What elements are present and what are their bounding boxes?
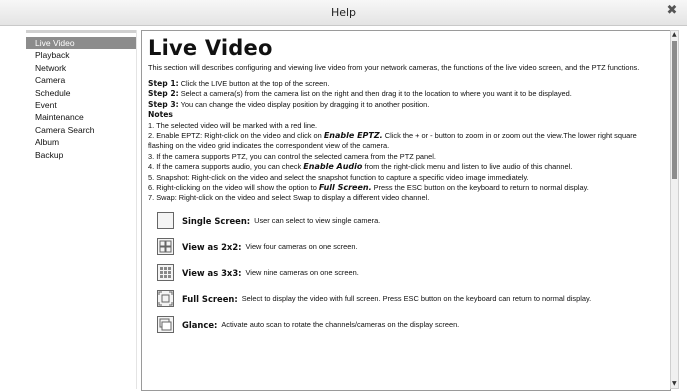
close-icon[interactable]: ✖ bbox=[665, 4, 679, 18]
window-title: Help bbox=[330, 6, 357, 19]
feature-desc: User can select to view single camera. bbox=[254, 216, 381, 226]
notes-heading: Notes bbox=[148, 110, 173, 120]
sidebar-item-backup[interactable]: Backup bbox=[26, 149, 136, 161]
feature-desc: View nine cameras on one screen. bbox=[245, 268, 359, 278]
feature-desc: View four cameras on one screen. bbox=[245, 242, 358, 252]
full-screen-icon bbox=[157, 290, 174, 308]
scroll-down-icon[interactable]: ▼ bbox=[672, 381, 677, 387]
sidebar-item-camera[interactable]: Camera bbox=[26, 74, 136, 86]
grid-3x3-icon bbox=[157, 264, 174, 282]
step-3: Step 3: You can change the video display… bbox=[148, 100, 664, 110]
sidebar-item-schedule[interactable]: Schedule bbox=[26, 87, 136, 99]
feature-single-screen: Single Screen: User can select to view s… bbox=[157, 208, 664, 234]
note-emphasis: Enable EPTZ. bbox=[323, 131, 383, 141]
note-emphasis: Full Screen. bbox=[318, 183, 372, 193]
glance-icon bbox=[157, 316, 174, 334]
feature-name: Glance: bbox=[182, 319, 218, 330]
step-label: Step 1: bbox=[148, 79, 179, 88]
sidebar-divider bbox=[26, 30, 136, 33]
content-scrollbar[interactable]: ▲ ▼ bbox=[670, 30, 679, 389]
sidebar-item-live-video[interactable]: Live Video bbox=[26, 37, 136, 50]
feature-view-2x2: View as 2x2: View four cameras on one sc… bbox=[157, 234, 664, 260]
feature-name: Full Screen: bbox=[182, 293, 238, 304]
step-label: Step 3: bbox=[148, 99, 179, 109]
single-screen-icon bbox=[157, 212, 174, 230]
note-item: 5. Snapshot: Right-click on the video an… bbox=[148, 172, 529, 182]
grid-2x2-icon bbox=[157, 238, 174, 256]
step-text: Select a camera(s) from the camera list … bbox=[180, 89, 572, 99]
note-item: 2. Enable EPTZ: Right-click on the video… bbox=[148, 131, 637, 151]
step-2: Step 2: Select a camera(s) from the came… bbox=[148, 89, 664, 99]
sidebar-item-event[interactable]: Event bbox=[26, 99, 136, 111]
note-item: 3. If the camera supports PTZ, you can c… bbox=[148, 151, 436, 161]
step-label: Step 2: bbox=[148, 89, 179, 99]
feature-name: View as 3x3: bbox=[182, 267, 242, 278]
feature-desc: Select to display the video with full sc… bbox=[241, 294, 592, 304]
note-item: 6. Right-clicking on the video will show… bbox=[148, 183, 589, 193]
feature-full-screen: Full Screen: Select to display the video… bbox=[157, 286, 664, 312]
step-1: Step 1: Click the LIVE button at the top… bbox=[148, 79, 664, 89]
feature-glance: Glance: Activate auto scan to rotate the… bbox=[157, 312, 664, 338]
sidebar-item-network[interactable]: Network bbox=[26, 62, 136, 74]
help-sidebar: Live Video Playback Network Camera Sched… bbox=[26, 30, 137, 389]
sidebar-item-maintenance[interactable]: Maintenance bbox=[26, 111, 136, 123]
note-item: 1. The selected video will be marked wit… bbox=[148, 120, 318, 130]
help-content-panel: Live Video This section will describes c… bbox=[141, 30, 671, 391]
sidebar-item-album[interactable]: Album bbox=[26, 136, 136, 148]
feature-view-3x3: View as 3x3: View nine cameras on one sc… bbox=[157, 260, 664, 286]
feature-desc: Activate auto scan to rotate the channel… bbox=[221, 320, 460, 330]
intro-text: This section will describes configuring … bbox=[148, 63, 640, 72]
feature-name: Single Screen: bbox=[182, 215, 251, 226]
feature-name: View as 2x2: bbox=[182, 241, 242, 252]
note-item: 7. Swap: Right-click on the video and se… bbox=[148, 193, 430, 203]
step-text: You can change the video display positio… bbox=[180, 99, 430, 109]
scrollbar-thumb[interactable] bbox=[672, 41, 677, 179]
sidebar-item-playback[interactable]: Playback bbox=[26, 49, 136, 61]
sidebar-item-camera-search[interactable]: Camera Search bbox=[26, 124, 136, 136]
title-bar: Help ✖ bbox=[0, 0, 687, 26]
note-emphasis: Enable Audio bbox=[303, 162, 363, 172]
page-title: Live Video bbox=[148, 36, 273, 60]
step-text: Click the LIVE button at the top of the … bbox=[180, 79, 330, 88]
note-item: 4. If the camera supports audio, you can… bbox=[148, 162, 573, 172]
scroll-up-icon[interactable]: ▲ bbox=[672, 32, 677, 38]
